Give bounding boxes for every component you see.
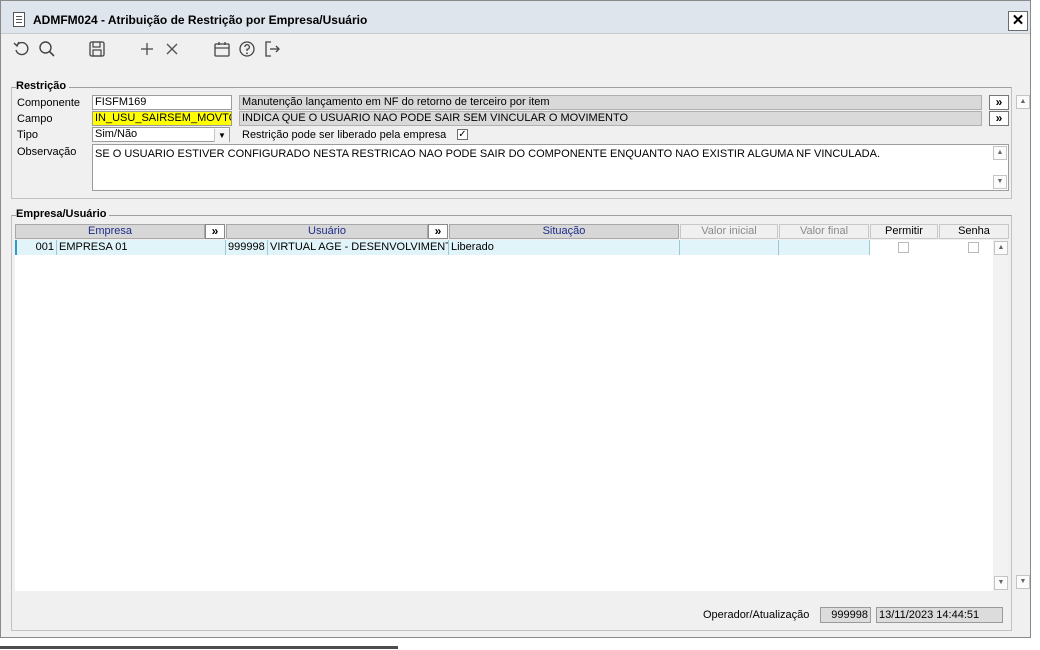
save-icon[interactable] bbox=[87, 39, 107, 59]
grid-scroll-down[interactable]: ▼ bbox=[994, 576, 1008, 590]
operador-field: 999998 bbox=[820, 607, 871, 623]
empresa-expand-button[interactable]: » bbox=[205, 224, 225, 239]
permitir-checkbox[interactable] bbox=[898, 242, 909, 253]
campo-expand-button[interactable]: » bbox=[989, 111, 1009, 126]
cell-usuario-code[interactable]: 999998 bbox=[226, 240, 268, 255]
grid-scroll-up[interactable]: ▲ bbox=[994, 241, 1008, 255]
restricao-group-label: Restrição bbox=[16, 80, 70, 92]
calendar-icon[interactable] bbox=[212, 39, 232, 59]
observacao-scroll-down[interactable]: ▼ bbox=[993, 175, 1007, 189]
window-title: ADMFM024 - Atribuição de Restrição por E… bbox=[33, 13, 368, 27]
campo-field[interactable]: IN_USU_SAIRSEM_MOVTO bbox=[92, 111, 232, 126]
observacao-text: SE O USUARIO ESTIVER CONFIGURADO NESTA R… bbox=[95, 148, 880, 160]
empresa-usuario-group-label: Empresa/Usuário bbox=[16, 208, 110, 220]
campo-label: Campo bbox=[17, 113, 53, 125]
cell-empresa-name[interactable]: EMPRESA 01 bbox=[57, 240, 226, 255]
liberado-checkbox[interactable]: ✓ bbox=[457, 129, 468, 140]
column-header-valor-inicial[interactable]: Valor inicial bbox=[680, 224, 778, 239]
componente-expand-button[interactable]: » bbox=[989, 95, 1009, 110]
componente-field[interactable]: FISFM169 bbox=[92, 95, 232, 110]
add-icon[interactable] bbox=[137, 39, 157, 59]
column-header-senha[interactable]: Senha bbox=[939, 224, 1009, 239]
help-icon[interactable] bbox=[237, 39, 257, 59]
usuario-expand-button[interactable]: » bbox=[428, 224, 448, 239]
window-scroll-up[interactable]: ▲ bbox=[1016, 95, 1030, 109]
close-button[interactable]: ✕ bbox=[1008, 11, 1028, 31]
cell-situacao[interactable]: Liberado bbox=[449, 240, 680, 255]
column-header-empresa[interactable]: Empresa bbox=[15, 224, 205, 239]
componente-label: Componente bbox=[17, 97, 80, 109]
tipo-label: Tipo bbox=[17, 129, 38, 141]
exit-icon[interactable] bbox=[262, 39, 282, 59]
window-scroll-down[interactable]: ▼ bbox=[1016, 575, 1030, 589]
search-icon[interactable] bbox=[37, 39, 57, 59]
operador-label: Operador/Atualização bbox=[703, 609, 810, 621]
column-header-permitir[interactable]: Permitir bbox=[870, 224, 938, 239]
main-window: ADMFM024 - Atribuição de Restrição por E… bbox=[0, 0, 1031, 638]
liberado-label: Restrição pode ser liberado pela empresa bbox=[242, 129, 447, 141]
taskbar-strip bbox=[0, 646, 398, 649]
cell-valor-final[interactable] bbox=[779, 240, 870, 255]
title-bar: ADMFM024 - Atribuição de Restrição por E… bbox=[1, 1, 1030, 34]
column-header-situacao[interactable]: Situação bbox=[449, 224, 679, 239]
cell-valor-inicial[interactable] bbox=[680, 240, 779, 255]
delete-icon[interactable] bbox=[162, 39, 182, 59]
grid-scrollbar[interactable] bbox=[994, 240, 1008, 591]
cell-empresa-code[interactable]: 001 bbox=[15, 240, 57, 255]
refresh-icon[interactable] bbox=[12, 39, 32, 59]
observacao-scroll-up[interactable]: ▲ bbox=[993, 146, 1007, 160]
observacao-textarea[interactable]: SE O USUARIO ESTIVER CONFIGURADO NESTA R… bbox=[92, 144, 1009, 191]
chevron-down-icon[interactable]: ▼ bbox=[214, 129, 229, 142]
empresa-usuario-grid bbox=[15, 240, 993, 591]
cell-usuario-name[interactable]: VIRTUAL AGE - DESENVOLVIMENTO bbox=[268, 240, 449, 255]
observacao-label: Observação bbox=[17, 146, 77, 158]
column-header-usuario[interactable]: Usuário bbox=[226, 224, 428, 239]
atualizacao-field: 13/11/2023 14:44:51 bbox=[876, 607, 1003, 623]
column-header-valor-final[interactable]: Valor final bbox=[779, 224, 869, 239]
componente-description: Manutenção lançamento em NF do retorno d… bbox=[239, 95, 982, 110]
senha-checkbox[interactable] bbox=[968, 242, 979, 253]
campo-description: INDICA QUE O USUARIO NAO PODE SAIR SEM V… bbox=[239, 111, 982, 126]
document-icon bbox=[13, 12, 25, 27]
tipo-select[interactable]: Sim/Não bbox=[92, 127, 230, 142]
